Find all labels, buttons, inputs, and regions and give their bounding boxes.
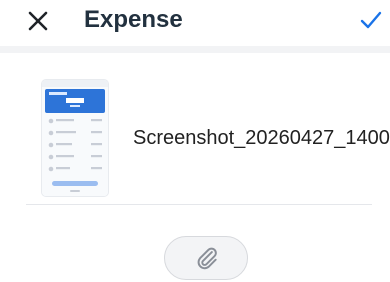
page-title: Expense — [84, 6, 183, 33]
confirm-button[interactable] — [359, 8, 383, 32]
attachment-divider — [26, 204, 372, 205]
paperclip-icon — [197, 247, 217, 270]
close-button[interactable] — [24, 7, 52, 35]
add-attachment-button[interactable] — [164, 236, 248, 280]
image-thumbnail — [42, 80, 108, 196]
header-divider — [0, 46, 390, 53]
checkmark-icon — [360, 11, 382, 29]
attachment-filename: Screenshot_20260427_1400... — [133, 127, 390, 149]
attachment-item[interactable]: Screenshot_20260427_1400... — [25, 74, 390, 196]
attachment-thumbnail[interactable] — [42, 80, 108, 196]
header: Expense — [0, 0, 390, 44]
close-icon — [28, 11, 48, 31]
